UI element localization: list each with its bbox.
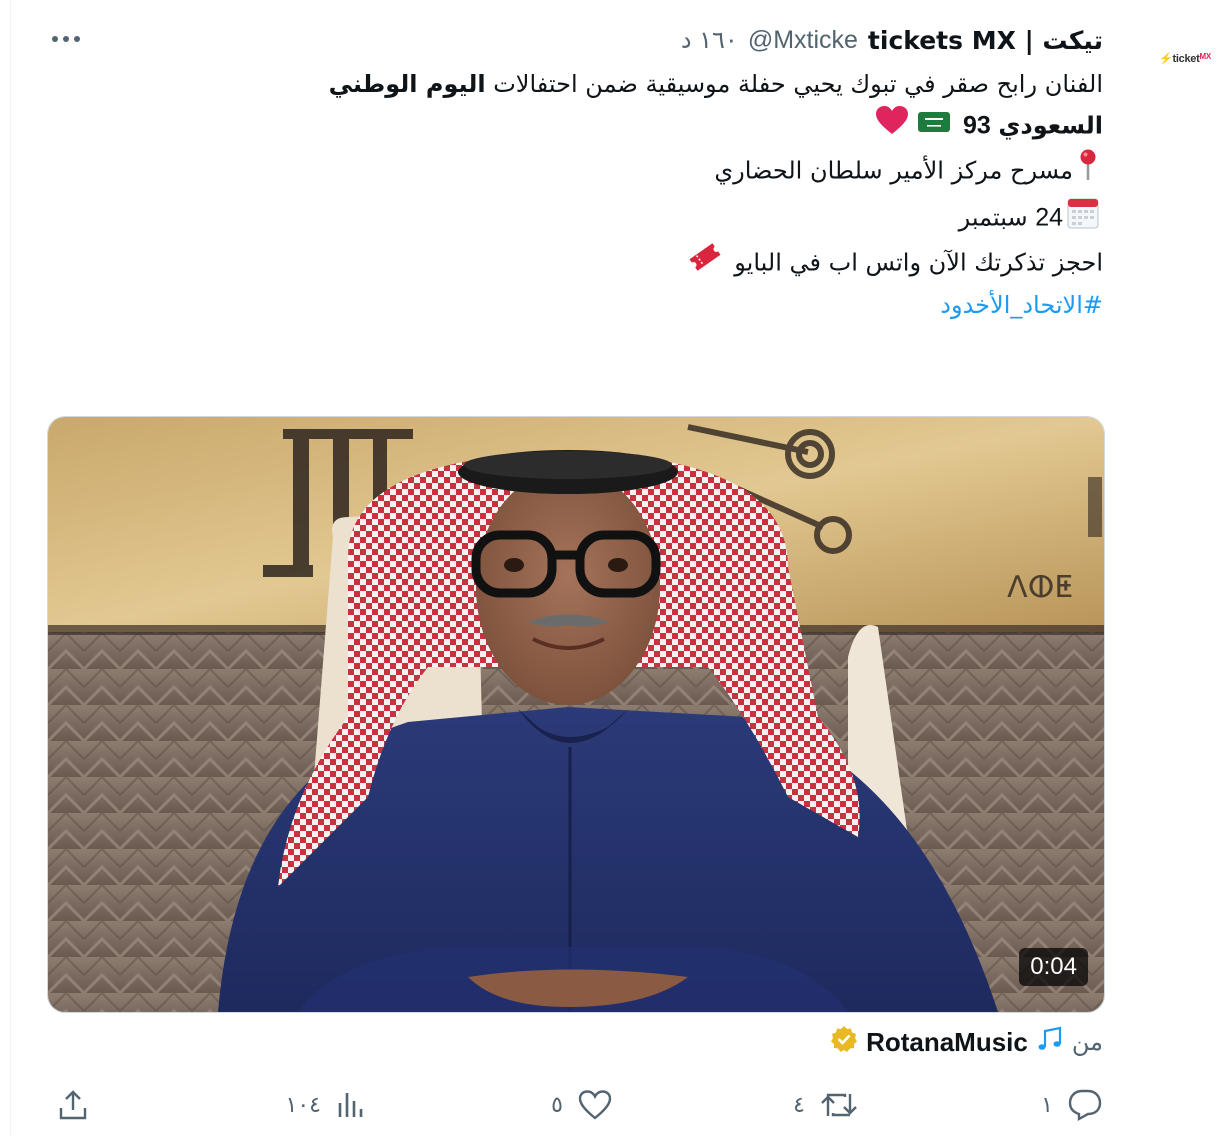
source-account-name[interactable]: RotanaMusic <box>866 1027 1028 1058</box>
reply-count: ١ <box>1041 1092 1053 1118</box>
video-source-attribution: من RotanaMusic <box>830 1024 1103 1060</box>
user-handle[interactable]: @Mxticke <box>748 26 858 55</box>
more-dots-icon <box>52 36 80 42</box>
tweet-header: تيكت | tickets MX @Mxticke ١٦٠ د <box>681 20 1103 60</box>
retweet-count: ٤ <box>793 1092 805 1118</box>
reply-button[interactable]: ١ <box>1041 1085 1103 1125</box>
more-options-button[interactable] <box>44 24 88 54</box>
source-label: من <box>1071 1028 1103 1056</box>
verified-badge-icon <box>830 1025 858 1059</box>
saudi-flag-icon <box>917 106 951 147</box>
share-button[interactable] <box>56 1085 90 1125</box>
tweet-line-2: السعودي 93 <box>113 105 1103 148</box>
retweet-icon <box>821 1093 857 1117</box>
music-notes-icon <box>1036 1025 1064 1059</box>
svg-text:ⴷⵀⵟ: ⴷⵀⵟ <box>1007 570 1073 605</box>
ticket-icon <box>687 242 723 285</box>
like-button[interactable]: ٥ <box>551 1085 613 1125</box>
like-count: ٥ <box>551 1092 563 1118</box>
heart-outline-icon <box>578 1090 612 1120</box>
tweet-text: الفنان رابح صقر في تبوك يحيي حفلة موسيقي… <box>113 64 1103 326</box>
hashtag-link[interactable]: #الاتحاد_الأخدود <box>113 285 1103 326</box>
display-name[interactable]: تيكت | tickets MX <box>868 26 1103 55</box>
analytics-icon <box>338 1093 363 1117</box>
reply-icon <box>1068 1089 1102 1122</box>
video-player[interactable]: ⴷⵀⵟ 0:04 <box>47 416 1105 1013</box>
video-thumbnail: ⴷⵀⵟ <box>48 417 1104 1012</box>
tweet-card[interactable]: ⚡ticketMX تيكت | tickets MX @Mxticke ١٦٠… <box>0 0 1231 1136</box>
date-line: 24 سبتمبر <box>113 195 1103 242</box>
tweet-line-1: الفنان رابح صقر في تبوك يحيي حفلة موسيقي… <box>328 70 1103 98</box>
retweet-button[interactable]: ٤ <box>793 1085 859 1125</box>
tweet-timestamp[interactable]: ١٦٠ د <box>681 26 738 54</box>
view-count: ١٠٤ <box>285 1092 321 1118</box>
views-button[interactable]: ١٠٤ <box>286 1085 367 1125</box>
venue-line: مسرح مركز الأمير سلطان الحضاري <box>113 148 1103 195</box>
avatar[interactable]: ⚡ticketMX <box>1147 28 1223 88</box>
avatar-logo: ⚡ticketMX <box>1159 51 1211 65</box>
video-duration-badge: 0:04 <box>1019 948 1088 986</box>
round-pushpin-icon <box>1077 148 1099 195</box>
red-heart-icon <box>875 105 909 148</box>
calendar-icon <box>1067 195 1099 242</box>
share-icon <box>59 1090 87 1120</box>
cta-line: احجز تذكرتك الآن واتس اب في البايو <box>113 242 1103 285</box>
